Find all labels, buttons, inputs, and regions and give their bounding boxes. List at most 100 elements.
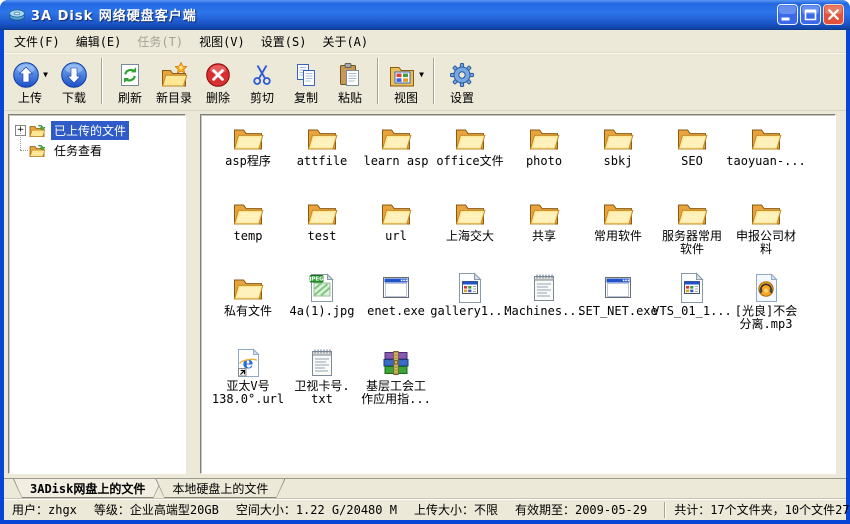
toolbar-upload-button[interactable]: ▼上传	[8, 55, 52, 107]
file-item[interactable]: sbkj	[581, 122, 655, 197]
file-item[interactable]: url	[359, 197, 433, 272]
folder-icon	[750, 197, 782, 229]
toolbar-settings-label: 设置	[450, 91, 474, 105]
file-item[interactable]: learn asp	[359, 122, 433, 197]
content-area: +已上传的文件任务查看 asp程序 attfilelearn aspoffice文…	[4, 111, 846, 478]
dropdown-caret-icon[interactable]: ▼	[43, 71, 48, 79]
toolbar-cut-label: 剪切	[250, 91, 274, 105]
file-item[interactable]: attfile	[285, 122, 359, 197]
html-icon	[676, 272, 708, 304]
exe-icon	[380, 272, 412, 304]
tree-item-task-view[interactable]: 任务查看	[9, 140, 185, 160]
new-folder-icon	[160, 61, 188, 89]
tab-local-files[interactable]: 本地硬盘上的文件	[155, 479, 285, 498]
folder-icon	[306, 197, 338, 229]
file-item-label: photo	[526, 155, 562, 168]
tree-item-label[interactable]: 任务查看	[51, 141, 105, 160]
toolbar-refresh-icon-row	[117, 60, 143, 90]
file-item[interactable]: 共享	[507, 197, 581, 272]
toolbar-settings-button[interactable]: 设置	[440, 55, 484, 107]
status-upload-limit: 上传大小：不限	[414, 501, 498, 518]
file-item[interactable]: e亚太V号 138.0°.url	[211, 347, 285, 422]
menu-item-settings[interactable]: 设置(S)	[253, 30, 315, 53]
menu-item-file[interactable]: 文件(F)	[6, 30, 68, 53]
file-item-label: office文件	[436, 155, 503, 168]
cut-icon	[249, 62, 275, 88]
tab-label: 3ADisk网盘上的文件	[14, 479, 161, 497]
folder-icon	[380, 122, 412, 154]
status-bar: 用户：zhgx等级：企业高端型20GB空间大小：1.22 G/20480 M上传…	[4, 498, 846, 520]
file-item-label: test	[308, 230, 337, 243]
toolbar-refresh-button[interactable]: 刷新	[108, 55, 152, 107]
tree-folder-icon	[29, 122, 47, 138]
tab-label: 本地硬盘上的文件	[156, 479, 284, 497]
menu-item-about[interactable]: 关于(A)	[314, 30, 376, 53]
file-item[interactable]: 上海交大	[433, 197, 507, 272]
toolbar-download-button[interactable]: 下载	[52, 55, 96, 107]
file-item-label: [光良]不会 分离.mp3	[735, 305, 797, 331]
menu-item-view[interactable]: 视图(V)	[191, 30, 253, 53]
tree-item-label[interactable]: 已上传的文件	[51, 121, 129, 140]
download-icon	[60, 61, 88, 89]
file-item[interactable]: SEO	[655, 122, 729, 197]
file-item[interactable]: 私有文件	[211, 272, 285, 347]
file-item[interactable]: photo	[507, 122, 581, 197]
file-item[interactable]: office文件	[433, 122, 507, 197]
tab-netdisk-files[interactable]: 3ADisk网盘上的文件	[13, 479, 162, 498]
file-item[interactable]: asp程序	[211, 122, 285, 197]
folder-icon	[750, 122, 782, 154]
file-item-label: 私有文件	[224, 305, 272, 318]
file-item[interactable]: taoyuan-...	[729, 122, 803, 197]
tree-item-uploaded-files[interactable]: +已上传的文件	[9, 120, 185, 140]
mp3-icon	[750, 272, 782, 304]
file-item[interactable]: SET_NET.exe	[581, 272, 655, 347]
toolbar-view-button[interactable]: ▼视图	[384, 55, 428, 107]
file-item-label: SET_NET.exe	[578, 305, 657, 318]
close-button[interactable]	[823, 4, 844, 25]
file-item[interactable]: test	[285, 197, 359, 272]
folder-icon	[528, 197, 560, 229]
toolbar-paste-button[interactable]: 粘贴	[328, 55, 372, 107]
toolbar-copy-button[interactable]: 复制	[284, 55, 328, 107]
file-item[interactable]: VTS_01_1...	[655, 272, 729, 347]
toolbar: ▼上传下载刷新新目录删除剪切复制粘贴 ▼视图设置	[4, 52, 846, 111]
folder-icon	[380, 197, 412, 229]
toolbar-cut-button[interactable]: 剪切	[240, 55, 284, 107]
file-item[interactable]: 基层工会工 作应用指...	[359, 347, 433, 422]
file-item-label: 上海交大	[446, 230, 494, 243]
maximize-button[interactable]	[800, 4, 821, 25]
menu-item-edit[interactable]: 编辑(E)	[68, 30, 130, 53]
file-item[interactable]: temp	[211, 197, 285, 272]
status-expiry: 有效期至：2009-05-29	[515, 501, 647, 518]
file-item[interactable]: 服务器常用 软件	[655, 197, 729, 272]
file-item[interactable]: 申报公司材 料	[729, 197, 803, 272]
file-item[interactable]: gallery1...	[433, 272, 507, 347]
file-item[interactable]: 常用软件	[581, 197, 655, 272]
file-item-label: 卫视卡号. txt	[294, 380, 349, 406]
file-item[interactable]: 卫视卡号. txt	[285, 347, 359, 422]
file-item[interactable]: enet.exe	[359, 272, 433, 347]
file-item-label: 共享	[532, 230, 556, 243]
html-icon	[454, 272, 486, 304]
toolbar-delete-icon-row	[205, 60, 231, 90]
file-item[interactable]: [光良]不会 分离.mp3	[729, 272, 803, 347]
dropdown-caret-icon[interactable]: ▼	[419, 71, 424, 79]
toolbar-new-folder-button[interactable]: 新目录	[152, 55, 196, 107]
jpeg-icon: JPEG	[306, 272, 338, 304]
tree-connector	[15, 140, 29, 160]
toolbar-refresh-label: 刷新	[118, 91, 142, 105]
file-item-label: VTS_01_1...	[652, 305, 731, 318]
file-item[interactable]: Machines...	[507, 272, 581, 347]
file-item[interactable]: JPEG4a(1).jpg	[285, 272, 359, 347]
toolbar-delete-button[interactable]: 删除	[196, 55, 240, 107]
minimize-button[interactable]	[777, 4, 798, 25]
file-item-label: asp程序	[225, 155, 271, 168]
folder-icon	[676, 122, 708, 154]
exe-icon	[602, 272, 634, 304]
paste-icon	[337, 62, 363, 88]
title-bar: 3A Disk 网络硬盘客户端	[0, 0, 850, 30]
file-item-label: 常用软件	[594, 230, 642, 243]
folder-icon	[602, 122, 634, 154]
toolbar-copy-icon-row	[293, 60, 319, 90]
toolbar-upload-icon-row: ▼	[12, 60, 48, 90]
